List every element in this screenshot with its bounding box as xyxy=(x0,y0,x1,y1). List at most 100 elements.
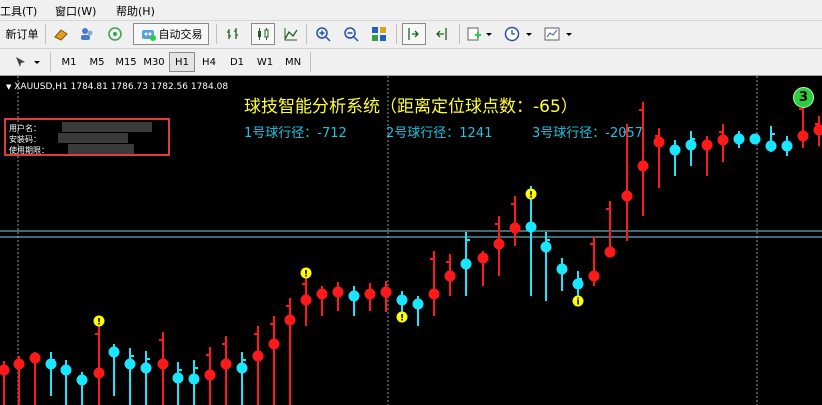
new-order-button[interactable]: 新订单 xyxy=(0,23,44,45)
zoom-out-icon[interactable] xyxy=(340,23,362,45)
up-ball xyxy=(653,136,665,148)
line-chart-icon[interactable] xyxy=(280,23,302,45)
toolbar-separator xyxy=(306,24,307,44)
tf-m5[interactable]: M5 xyxy=(84,52,110,72)
down-ball xyxy=(685,139,697,151)
price-chart[interactable]: !!!! i ▼ XAUUSD,H1 1784.81 1786.73 1782.5… xyxy=(0,76,822,405)
symbol-line: XAUUSD,H1 1784.81 1786.73 1782.56 1784.0… xyxy=(14,82,229,92)
up-ball xyxy=(364,288,376,300)
up-ball xyxy=(588,270,600,282)
up-ball xyxy=(380,286,392,298)
tile-windows-icon[interactable] xyxy=(368,23,390,45)
candles-icon xyxy=(258,28,269,40)
templates-button[interactable] xyxy=(542,23,576,45)
antenna-icon xyxy=(108,27,122,41)
tf-h1[interactable]: H1 xyxy=(169,52,195,72)
up-ball xyxy=(797,130,809,142)
track-3: 3号球行径：-2057 xyxy=(532,126,644,141)
symbol-info: ▼ XAUUSD,H1 1784.81 1786.73 1782.56 1784… xyxy=(6,82,228,92)
down-ball xyxy=(60,364,72,376)
menu-tools[interactable]: 工具(T) xyxy=(0,3,37,19)
redacted-expiry xyxy=(68,144,134,154)
auto-trade-label: 自动交易 xyxy=(158,28,203,41)
collapse-arrow-icon[interactable]: ▼ xyxy=(6,83,11,91)
up-ball xyxy=(0,364,10,376)
toolbar-separator xyxy=(396,24,397,44)
market-watch-icon[interactable] xyxy=(50,23,72,45)
signals-icon[interactable] xyxy=(104,23,126,45)
tf-m30[interactable]: M30 xyxy=(140,52,168,72)
tf-m15[interactable]: M15 xyxy=(112,52,140,72)
indicators-button[interactable] xyxy=(465,23,495,45)
toolbar-separator xyxy=(459,24,460,44)
people-icon xyxy=(81,28,93,40)
auto-trade-button[interactable]: 自动交易 xyxy=(133,23,209,45)
track-1: 1号球行径：-712 xyxy=(244,126,347,141)
tf-h4[interactable]: H4 xyxy=(196,52,222,72)
up-ball xyxy=(637,160,649,172)
up-ball xyxy=(813,124,822,136)
down-ball xyxy=(45,358,57,370)
grid-icon xyxy=(372,27,386,41)
auto-scroll-icon[interactable] xyxy=(402,23,426,45)
main-toolbar: 新订单 自动交易 xyxy=(0,21,822,49)
down-ball xyxy=(556,263,568,275)
toolbar-separator xyxy=(50,52,51,72)
up-ball xyxy=(444,270,456,282)
down-ball xyxy=(412,298,424,310)
line-icon xyxy=(284,28,298,41)
toolbar-separator xyxy=(45,24,46,44)
scroll-icon xyxy=(408,28,419,40)
down-ball xyxy=(733,133,745,145)
robot-icon xyxy=(141,30,156,41)
drawing-tools-button[interactable] xyxy=(10,51,44,73)
up-ball xyxy=(284,314,296,326)
down-ball xyxy=(572,278,584,290)
up-ball xyxy=(13,358,25,370)
zoom-in-icon[interactable] xyxy=(312,23,334,45)
up-ball xyxy=(428,288,440,300)
down-ball xyxy=(172,372,184,384)
signal-marker-glyph: ! xyxy=(97,318,101,328)
magnifier-minus-icon xyxy=(344,27,359,42)
navigator-icon[interactable] xyxy=(76,23,98,45)
periods-button[interactable] xyxy=(502,23,536,45)
user-label: 用户名： xyxy=(9,124,41,133)
down-ball xyxy=(188,373,200,385)
up-ball xyxy=(300,294,312,306)
up-ball xyxy=(29,352,41,364)
up-ball xyxy=(477,252,489,264)
chart-shift-icon[interactable] xyxy=(431,23,453,45)
bar-chart-icon[interactable] xyxy=(222,23,244,45)
down-ball xyxy=(669,144,681,156)
new-order-label: 新订单 xyxy=(5,28,39,41)
down-ball xyxy=(540,241,552,253)
menu-help[interactable]: 帮助(H) xyxy=(116,3,155,19)
clock-icon xyxy=(504,26,532,42)
up-ball xyxy=(220,358,232,370)
expiry-label: 使用期限： xyxy=(9,146,49,155)
down-ball xyxy=(348,290,360,302)
tf-m1[interactable]: M1 xyxy=(56,52,82,72)
redacted-install-code xyxy=(58,133,128,143)
down-ball xyxy=(76,374,88,386)
ball-3-badge: 3 xyxy=(793,87,814,108)
toolbar-separator xyxy=(310,52,311,72)
candlestick-icon[interactable] xyxy=(251,23,275,45)
up-ball xyxy=(157,358,169,370)
track-2: 2号球行径：1241 xyxy=(386,126,493,141)
down-ball xyxy=(749,133,761,145)
up-ball xyxy=(316,288,328,300)
up-ball xyxy=(252,350,264,362)
up-ball xyxy=(493,238,505,250)
gold-bars-icon xyxy=(54,29,68,41)
tf-w1[interactable]: W1 xyxy=(252,52,278,72)
down-ball xyxy=(236,362,248,374)
up-ball xyxy=(621,190,633,202)
signal-marker-glyph: ! xyxy=(529,191,533,201)
menu-window[interactable]: 窗口(W) xyxy=(55,3,96,19)
install-code-label: 安装码： xyxy=(9,135,41,144)
tf-d1[interactable]: D1 xyxy=(224,52,250,72)
tf-mn[interactable]: MN xyxy=(280,52,306,72)
down-ball xyxy=(765,140,777,152)
